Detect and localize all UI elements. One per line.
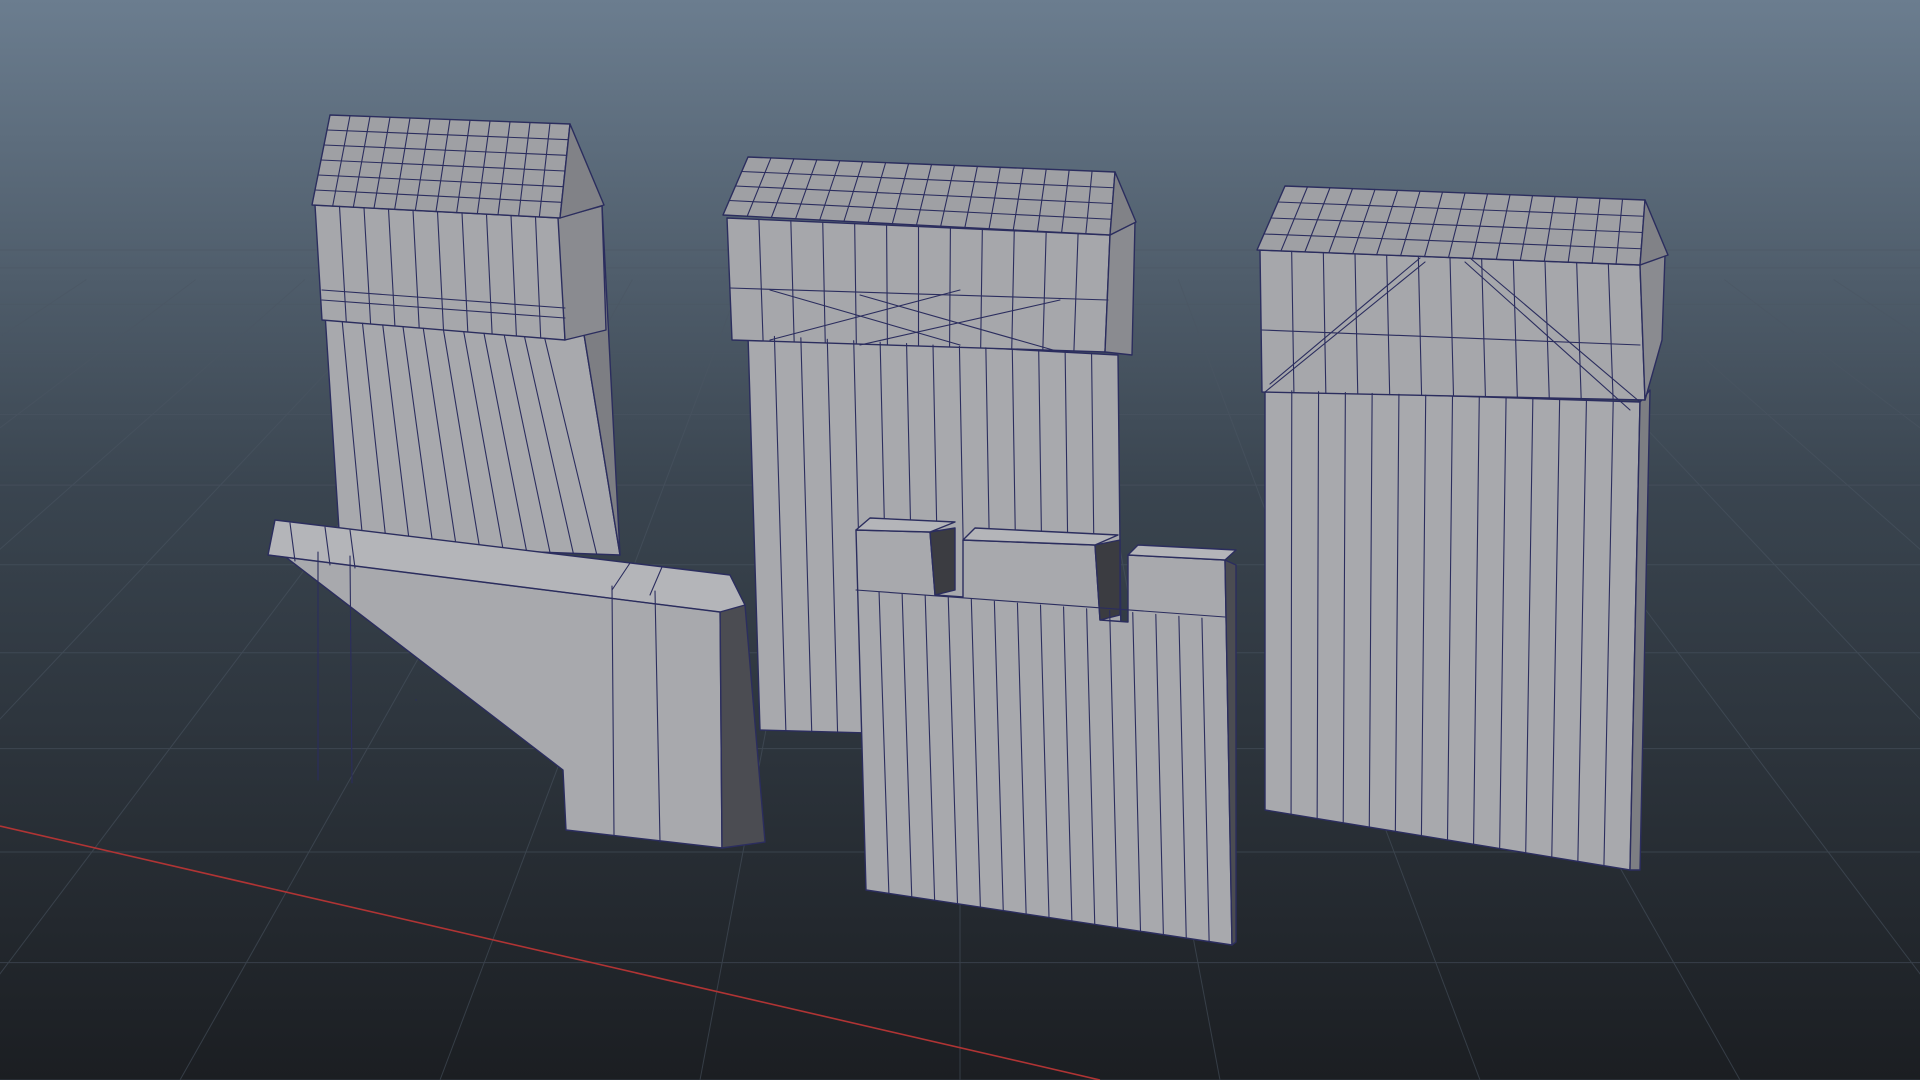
tower-diagonal-braced[interactable] xyxy=(1256,185,1669,871)
tower-tall[interactable] xyxy=(311,114,621,556)
3d-viewport[interactable] xyxy=(0,0,1920,1080)
wire-edge xyxy=(1290,390,1293,815)
viewport-canvas[interactable] xyxy=(0,0,1920,1080)
wall-crenellated[interactable] xyxy=(855,517,1237,946)
